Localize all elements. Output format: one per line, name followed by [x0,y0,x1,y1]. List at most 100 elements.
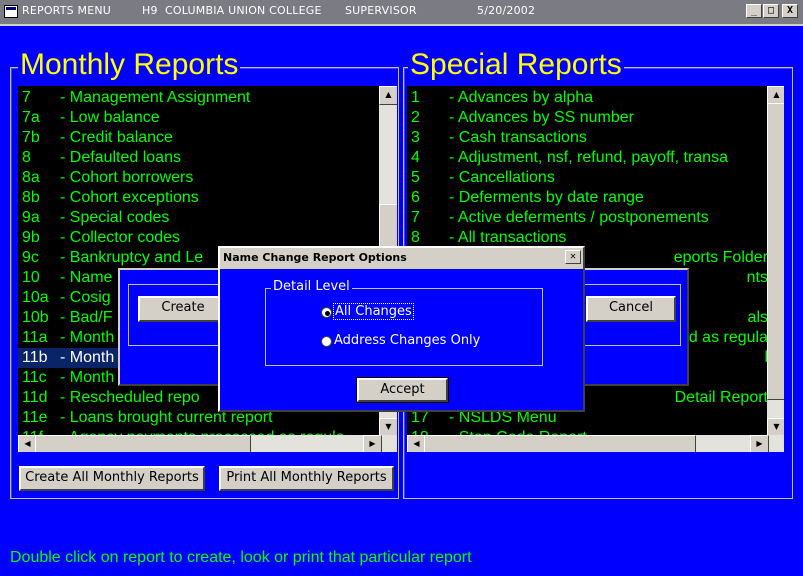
session-date: 5/20/2002 [477,4,536,17]
print-all-monthly-reports-button[interactable]: Print All Monthly Reports [219,466,394,491]
report-label: - Special codes [60,209,170,226]
report-label: - Advances by SS number [449,109,634,126]
address-changes-only-radio[interactable] [321,336,332,347]
dialog-title: Name Change Report Options [223,251,407,264]
list-item[interactable]: 8a - Cohort borrowers [18,168,379,188]
accept-button[interactable]: Accept [356,377,449,403]
name-change-report-options-dialog: Name Change Report Options ✕ Detail Leve… [218,246,585,412]
list-item[interactable]: 7 - Management Assignment [18,88,379,108]
report-label: d as regula [688,329,768,346]
report-label: nts [746,269,768,286]
report-code: 10b [22,309,49,326]
list-item[interactable]: 9a - Special codes [18,208,379,228]
report-label: - All transactions [449,229,567,246]
report-code: 7b [22,129,40,146]
report-label: - Adjustment, nsf, refund, payoff, trans… [449,149,728,166]
list-item[interactable]: 7b - Credit balance [18,128,379,148]
report-label: - Cohort exceptions [60,189,199,206]
detail-level-frame [265,288,543,366]
report-label: - Month [60,329,115,346]
list-item[interactable]: 6 - Deferments by date range [407,188,768,208]
report-code: 5 [411,169,420,186]
monthly-reports-title: Monthly Reports [18,48,241,81]
report-label: als [747,309,768,326]
report-label: - Cancellations [449,169,555,186]
minimize-button[interactable]: _ [746,4,762,18]
report-code: 7 [22,89,31,106]
report-label: - Active deferments / postponements [449,209,709,226]
all-changes-radio[interactable] [321,307,332,318]
monthly-scroll-thumb[interactable] [379,204,397,250]
list-item[interactable]: 4 - Adjustment, nsf, refund, payoff, tran… [407,148,768,168]
window-title: REPORTS MENU [22,4,112,17]
list-item[interactable]: 1 - Advances by alpha [407,88,768,108]
scroll-right-arrow-icon[interactable]: ▶ [750,435,769,452]
report-code: 10a [22,289,49,306]
report-label: - Low balance [60,109,160,126]
report-code: 11c [22,369,47,386]
report-code: 10 [22,269,40,286]
monthly-hscroll-thumb[interactable] [35,435,251,452]
list-item[interactable]: 8b - Cohort exceptions [18,188,379,208]
report-label: - Management Assignment [60,89,251,106]
report-code: 8b [22,189,40,206]
special-scroll-thumb[interactable] [767,103,784,400]
report-code: 11a [22,329,48,346]
list-item[interactable]: 3 - Cash transactions [407,128,768,148]
report-code: 11d [22,389,48,406]
maximize-button[interactable]: □ [763,4,779,18]
special-vertical-scrollbar[interactable]: ▲ ▼ [767,86,784,437]
report-label: - Cosig [60,289,111,306]
report-code: 4 [411,149,420,166]
all-changes-label[interactable]: All Changes [333,303,414,320]
user-code: H9 [142,4,158,17]
scroll-up-arrow-icon[interactable]: ▲ [379,86,397,105]
report-code: 9a [22,209,40,226]
report-label: - Credit balance [60,129,173,146]
report-code: 9c [22,249,39,266]
list-item[interactable]: 5 - Cancellations [407,168,768,188]
detail-level-label: Detail Level [271,279,352,294]
report-code: 11b [22,349,48,366]
report-label: - Collector codes [60,229,181,246]
report-code: 8 [411,229,420,246]
create-all-monthly-reports-button[interactable]: Create All Monthly Reports [19,466,205,491]
report-label: - Month [60,349,115,366]
report-label: eports Folder [673,249,768,266]
create-button[interactable]: Create [138,296,228,322]
report-label: - Bankruptcy and Le [60,249,204,266]
report-code: 2 [411,109,420,126]
report-code: 6 [411,189,420,206]
scroll-right-arrow-icon[interactable]: ▶ [363,435,382,452]
list-item[interactable]: 7a - Low balance [18,108,379,128]
special-horizontal-scrollbar[interactable]: ◀ ▶ [407,435,784,452]
close-window-button[interactable]: X [782,4,798,18]
window-title-bar: REPORTS MENU H9 COLUMBIA UNION COLLEGE S… [0,0,803,26]
report-code: 8 [22,149,31,166]
report-label: - Cash transactions [449,129,587,146]
address-changes-only-label[interactable]: Address Changes Only [334,333,480,348]
cancel-button[interactable]: Cancel [586,296,676,322]
close-icon[interactable]: ✕ [565,250,581,264]
list-item[interactable]: 8 - All transactions [407,228,768,248]
institution-name: COLUMBIA UNION COLLEGE [165,4,322,17]
special-hscroll-thumb[interactable] [424,435,696,452]
report-label: - Deferments by date range [449,189,644,206]
report-label: - Advances by alpha [449,89,594,106]
list-item[interactable]: 8 - Defaulted loans [18,148,379,168]
report-label: Detail Report [674,389,768,406]
list-item[interactable]: 7 - Active deferments / postponements [407,208,768,228]
report-code: 7a [22,109,40,126]
list-item[interactable]: 9b - Collector codes [18,228,379,248]
report-label: - Month [60,369,115,386]
report-label: - Name [60,269,113,286]
report-label: - Cohort borrowers [60,169,194,186]
special-reports-title: Special Reports [408,48,624,81]
app-window-icon[interactable] [4,5,18,18]
report-code: 3 [411,129,420,146]
report-label: - Bad/F [60,309,113,326]
status-instruction-text: Double click on report to create, look o… [10,549,472,566]
monthly-horizontal-scrollbar[interactable]: ◀ ▶ [18,435,397,452]
report-code: 1 [411,89,420,106]
list-item[interactable]: 2 - Advances by SS number [407,108,768,128]
